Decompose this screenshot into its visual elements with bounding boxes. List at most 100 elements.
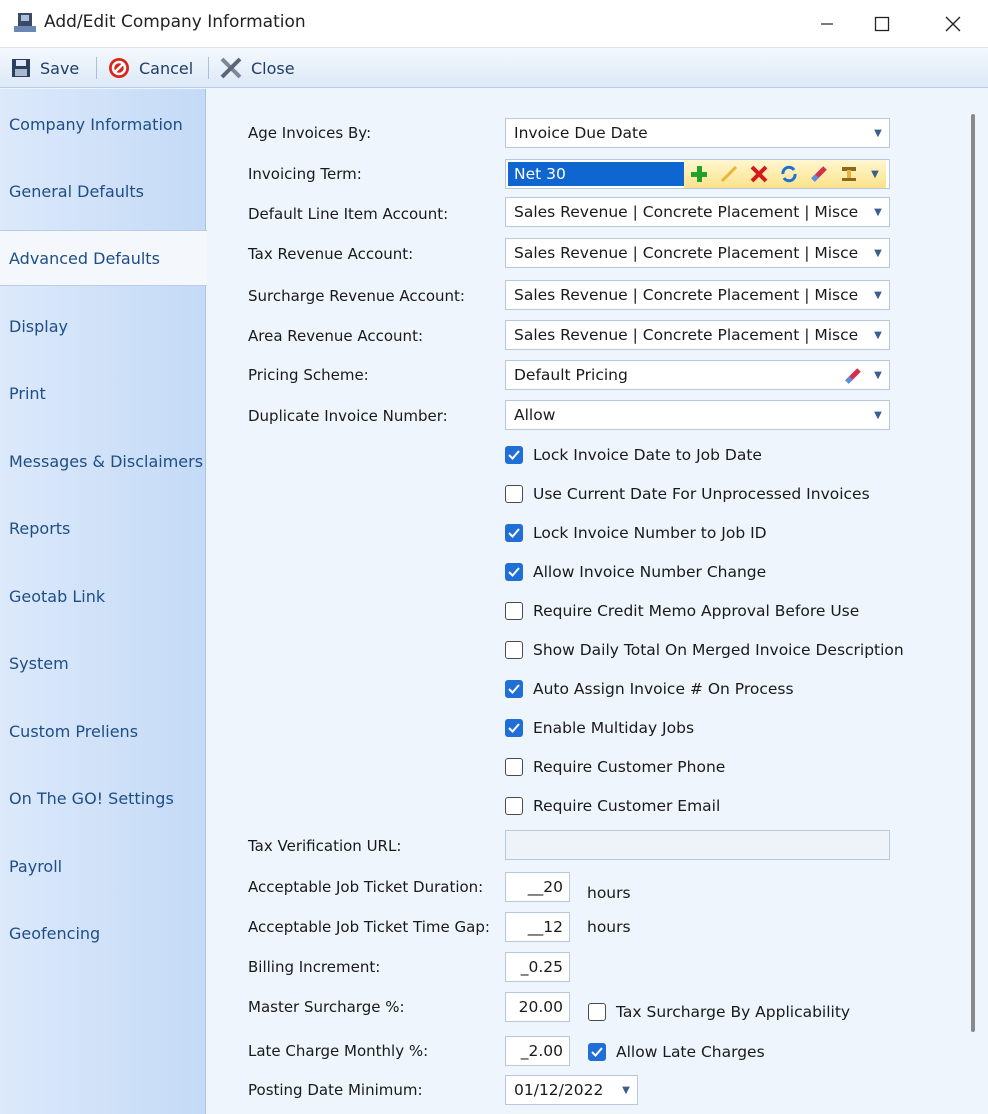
edit-term-button[interactable] [714,160,744,188]
sidebar-item-company-information[interactable]: Company Information [0,96,206,152]
checkbox-tax-surcharge-by-applicability[interactable]: Tax Surcharge By Applicability [588,1002,850,1022]
chevron-down-icon[interactable]: ▼ [615,1076,637,1104]
master-surcharge-input[interactable]: 20.00 [505,992,570,1022]
checkbox-checked-icon[interactable] [588,1043,606,1061]
duplicate-invoice-number-select[interactable]: Allow ▼ [505,400,890,430]
job-ticket-time-gap-value: __12 [527,918,563,936]
chevron-down-icon[interactable]: ▼ [867,198,889,226]
title-bar: Add/Edit Company Information [0,0,988,48]
late-charge-monthly-input[interactable]: _2.00 [505,1036,570,1066]
checkbox-checked-icon[interactable] [505,680,523,698]
chevron-down-icon[interactable]: ▼ [867,321,889,349]
tax-revenue-account-label: Tax Revenue Account: [248,245,414,263]
default-line-item-account-select[interactable]: Sales Revenue | Concrete Placement | Mis… [505,197,890,227]
maximize-icon [874,16,890,32]
checkbox-unchecked-icon[interactable] [505,641,523,659]
chevron-down-icon[interactable]: ▼ [867,119,889,147]
sidebar-item-display[interactable]: Display [0,298,206,354]
window-close-button[interactable] [921,0,985,48]
checkbox-require-customer-phone[interactable]: Require Customer Phone [505,757,725,777]
clear-term-button[interactable] [804,160,834,188]
area-revenue-account-select[interactable]: Sales Revenue | Concrete Placement | Mis… [505,320,890,350]
sidebar-item-messages-disclaimers[interactable]: Messages & Disclaimers [0,433,206,489]
tax-verification-url-input[interactable] [505,830,890,860]
vertical-scrollbar[interactable] [971,114,975,1032]
tax-revenue-account-value: Sales Revenue | Concrete Placement | Mis… [514,244,859,262]
checkbox-checked-icon[interactable] [505,524,523,542]
duplicate-invoice-number-label: Duplicate Invoice Number: [248,407,448,425]
pencil-icon [720,165,738,183]
close-tools-icon [220,57,242,79]
checkbox-unchecked-icon[interactable] [505,758,523,776]
job-ticket-time-gap-input[interactable]: __12 [505,912,570,942]
posting-date-minimum-value: 01/12/2022 [514,1081,604,1099]
checkbox-allow-late-charges[interactable]: Allow Late Charges [588,1042,765,1062]
checkbox-auto-assign-invoice[interactable]: Auto Assign Invoice # On Process [505,679,794,699]
checkbox-require-credit-memo-approval[interactable]: Require Credit Memo Approval Before Use [505,601,859,621]
invoicing-term-select[interactable]: Net 30 ▼ [505,159,890,189]
checkbox-label: Enable Multiday Jobs [533,719,695,737]
checkbox-show-daily-total[interactable]: Show Daily Total On Merged Invoice Descr… [505,640,904,660]
cancel-button[interactable]: Cancel [107,55,193,81]
close-button[interactable]: Close [219,55,295,81]
chevron-down-icon[interactable]: ▼ [867,239,889,267]
chevron-down-icon[interactable]: ▼ [867,361,889,389]
tax-revenue-account-select[interactable]: Sales Revenue | Concrete Placement | Mis… [505,238,890,268]
sidebar-item-advanced-defaults[interactable]: Advanced Defaults [0,230,207,286]
eraser-icon[interactable] [843,366,863,386]
checkbox-require-customer-email[interactable]: Require Customer Email [505,796,720,816]
checkbox-label: Require Customer Phone [533,758,726,776]
add-term-button[interactable] [684,160,714,188]
save-button[interactable]: Save [10,55,79,81]
refresh-term-button[interactable] [774,160,804,188]
invoicing-term-value[interactable]: Net 30 [508,162,684,186]
checkbox-use-current-date[interactable]: Use Current Date For Unprocessed Invoice… [505,484,870,504]
age-invoices-by-select[interactable]: Invoice Due Date ▼ [505,118,890,148]
sidebar-item-on-the-go-settings[interactable]: On The GO! Settings [0,770,206,826]
plus-icon [691,166,707,182]
save-label: Save [40,58,80,78]
checkbox-unchecked-icon[interactable] [505,602,523,620]
master-surcharge-label: Master Surcharge %: [248,998,405,1016]
checkbox-allow-invoice-number-change[interactable]: Allow Invoice Number Change [505,562,766,582]
billing-increment-input[interactable]: _0.25 [505,952,570,982]
sidebar-item-geofencing[interactable]: Geofencing [0,905,206,961]
checkbox-unchecked-icon[interactable] [505,797,523,815]
job-ticket-duration-unit: hours [587,884,631,902]
tool-icon [842,167,856,181]
posting-date-minimum-picker[interactable]: 01/12/2022 ▼ [505,1075,638,1105]
posting-date-minimum-label: Posting Date Minimum: [248,1081,423,1099]
toolbar-divider [208,57,209,79]
lookup-term-button[interactable] [834,160,864,188]
checkbox-unchecked-icon[interactable] [588,1003,606,1021]
chevron-down-icon[interactable]: ▼ [867,401,889,429]
checkbox-unchecked-icon[interactable] [505,485,523,503]
master-surcharge-value: 20.00 [518,998,563,1016]
checkbox-checked-icon[interactable] [505,446,523,464]
sidebar-item-print[interactable]: Print [0,365,206,421]
checkbox-checked-icon[interactable] [505,719,523,737]
checkbox-lock-invoice-number[interactable]: Lock Invoice Number to Job ID [505,523,767,543]
delete-term-button[interactable] [744,160,774,188]
age-invoices-by-label: Age Invoices By: [248,124,372,142]
sidebar-item-geotab-link[interactable]: Geotab Link [0,568,206,624]
window-title: Add/Edit Company Information [44,12,306,32]
chevron-down-icon[interactable]: ▼ [864,160,886,188]
pricing-scheme-select[interactable]: Default Pricing ▼ [505,360,890,390]
age-invoices-by-value: Invoice Due Date [514,124,648,142]
sidebar-item-payroll[interactable]: Payroll [0,838,206,894]
surcharge-revenue-account-select[interactable]: Sales Revenue | Concrete Placement | Mis… [505,280,890,310]
maximize-button[interactable] [850,0,914,48]
sidebar-item-custom-preliens[interactable]: Custom Preliens [0,703,206,759]
sidebar-item-general-defaults[interactable]: General Defaults [0,163,206,219]
chevron-down-icon[interactable]: ▼ [867,281,889,309]
job-ticket-duration-input[interactable]: __20 [505,872,570,902]
checkbox-checked-icon[interactable] [505,563,523,581]
checkbox-enable-multiday-jobs[interactable]: Enable Multiday Jobs [505,718,694,738]
toolbar: Save Cancel Close [0,48,988,88]
checkbox-lock-invoice-date[interactable]: Lock Invoice Date to Job Date [505,445,762,465]
app-icon [14,13,36,32]
pricing-scheme-label: Pricing Scheme: [248,366,369,384]
sidebar-item-system[interactable]: System [0,635,206,691]
sidebar-item-reports[interactable]: Reports [0,500,206,556]
